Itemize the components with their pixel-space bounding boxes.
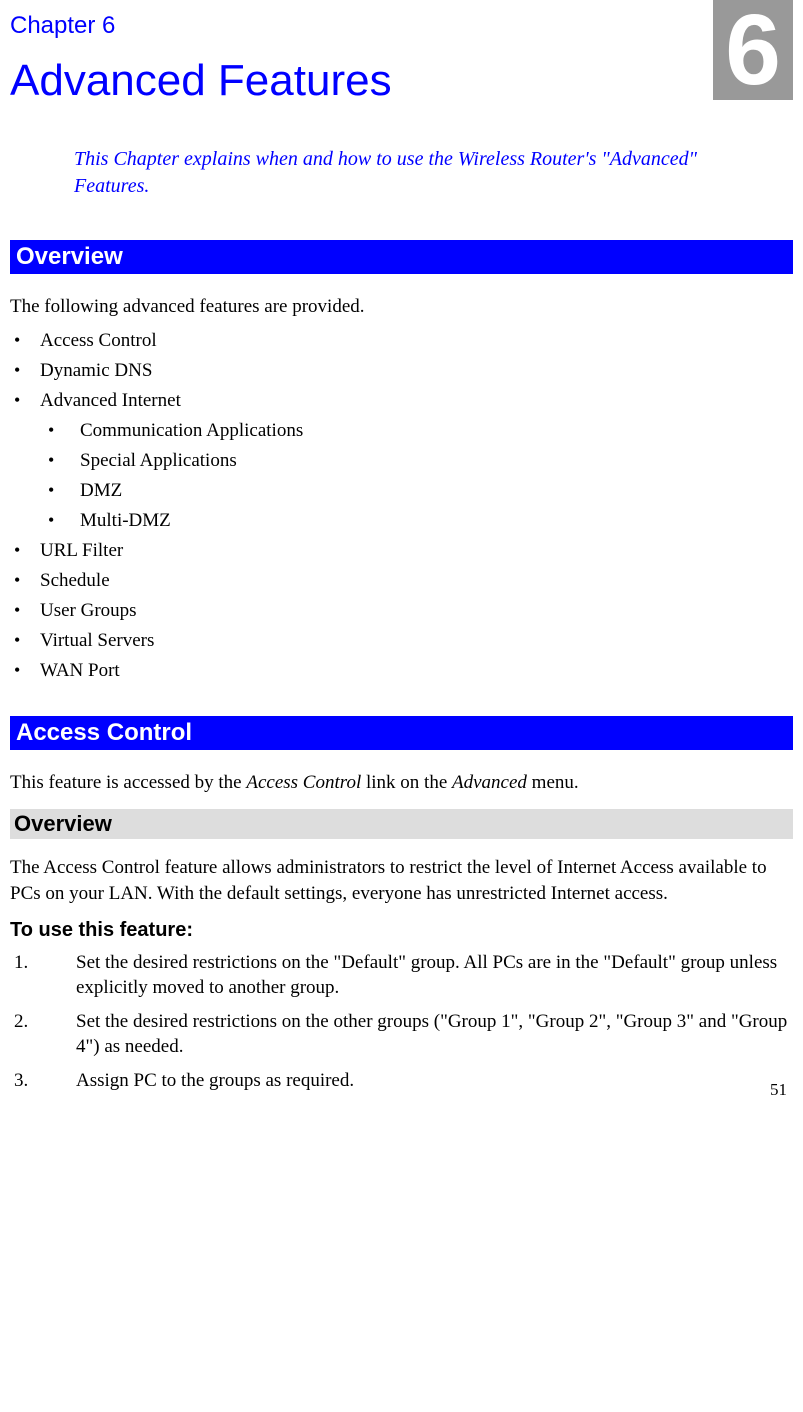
text-fragment: link on the bbox=[361, 772, 452, 793]
overview-list: Access Control Dynamic DNS Advanced Inte… bbox=[10, 330, 793, 682]
text-emphasis: Access Control bbox=[246, 772, 361, 793]
list-item: User Groups bbox=[10, 600, 793, 622]
chapter-label: Chapter 6 bbox=[10, 12, 793, 40]
list-item: Multi-DMZ bbox=[40, 510, 793, 532]
step-item: Set the desired restrictions on the "Def… bbox=[10, 950, 793, 1001]
list-item: Advanced Internet Communication Applicat… bbox=[10, 390, 793, 532]
list-item-label: Advanced Internet bbox=[40, 390, 181, 411]
document-page: 6 Chapter 6 Advanced Features This Chapt… bbox=[0, 0, 803, 1112]
text-emphasis: Advanced bbox=[452, 772, 527, 793]
chapter-number-badge: 6 bbox=[713, 0, 793, 100]
chapter-subtitle: This Chapter explains when and how to us… bbox=[74, 146, 763, 200]
step-item: Set the desired restrictions on the othe… bbox=[10, 1009, 793, 1060]
step-item: Assign PC to the groups as required. bbox=[10, 1068, 793, 1094]
page-number: 51 bbox=[770, 1080, 787, 1100]
list-item: Schedule bbox=[10, 570, 793, 592]
use-feature-steps: Set the desired restrictions on the "Def… bbox=[10, 950, 793, 1094]
chapter-title: Advanced Features bbox=[10, 56, 793, 106]
list-item: Special Applications bbox=[40, 450, 793, 472]
section-heading-overview: Overview bbox=[10, 240, 793, 274]
overview-sublist: Communication Applications Special Appli… bbox=[40, 420, 793, 532]
access-control-description: The Access Control feature allows admini… bbox=[10, 855, 793, 906]
list-item: DMZ bbox=[40, 480, 793, 502]
section-heading-access-control: Access Control bbox=[10, 716, 793, 750]
text-fragment: menu. bbox=[527, 772, 579, 793]
subsection-heading-overview: Overview bbox=[10, 809, 793, 839]
list-item: Access Control bbox=[10, 330, 793, 352]
access-control-intro: This feature is accessed by the Access C… bbox=[10, 770, 793, 796]
list-item: URL Filter bbox=[10, 540, 793, 562]
use-feature-heading: To use this feature: bbox=[10, 919, 793, 942]
text-fragment: This feature is accessed by the bbox=[10, 772, 246, 793]
list-item: Communication Applications bbox=[40, 420, 793, 442]
list-item: Virtual Servers bbox=[10, 630, 793, 652]
overview-intro: The following advanced features are prov… bbox=[10, 294, 793, 320]
list-item: WAN Port bbox=[10, 660, 793, 682]
list-item: Dynamic DNS bbox=[10, 360, 793, 382]
